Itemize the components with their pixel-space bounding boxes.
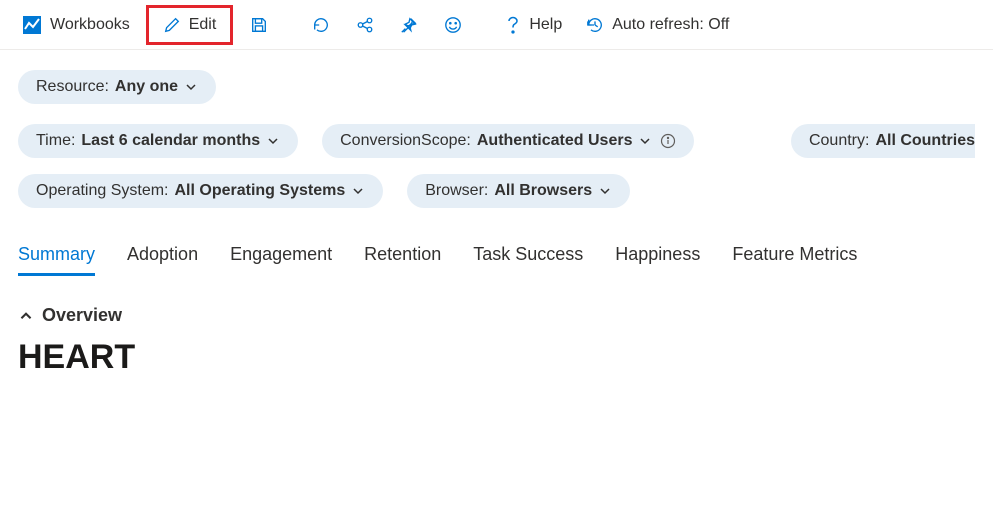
tab-feature-metrics[interactable]: Feature Metrics <box>732 244 857 276</box>
smile-icon <box>444 16 462 34</box>
tab-engagement[interactable]: Engagement <box>230 244 332 276</box>
os-filter-label: Operating System: <box>36 182 169 200</box>
auto-refresh-button[interactable]: Auto refresh: Off <box>578 12 737 38</box>
edit-highlight-box: Edit <box>146 5 234 45</box>
overview-section: Overview <box>0 277 993 326</box>
save-icon <box>250 16 268 34</box>
refresh-icon <box>312 16 330 34</box>
filters-row-3: Operating System: All Operating Systems … <box>0 158 993 208</box>
resource-filter-value: Any one <box>115 78 178 96</box>
overview-label: Overview <box>42 305 122 326</box>
tab-summary[interactable]: Summary <box>18 244 95 276</box>
edit-button[interactable]: Edit <box>157 16 223 34</box>
overview-toggle[interactable]: Overview <box>18 305 975 326</box>
chart-icon <box>22 15 42 35</box>
page-heading: HEART <box>0 326 993 377</box>
history-icon <box>586 16 604 34</box>
share-button[interactable] <box>347 7 383 43</box>
chevron-up-icon <box>18 308 34 324</box>
chevron-down-icon <box>351 184 365 198</box>
tab-adoption[interactable]: Adoption <box>127 244 198 276</box>
pencil-icon <box>163 16 181 34</box>
auto-refresh-label: Auto refresh: Off <box>612 16 729 34</box>
tab-task-success[interactable]: Task Success <box>473 244 583 276</box>
chevron-down-icon <box>638 134 652 148</box>
edit-label: Edit <box>189 16 217 34</box>
os-filter-value: All Operating Systems <box>175 182 346 200</box>
chevron-down-icon <box>184 80 198 94</box>
refresh-button[interactable] <box>303 7 339 43</box>
question-icon <box>505 15 521 35</box>
resource-filter-label: Resource: <box>36 78 109 96</box>
filters-row-2: Time: Last 6 calendar months ConversionS… <box>0 104 993 158</box>
browser-filter-value: All Browsers <box>494 182 592 200</box>
conversion-scope-filter-label: ConversionScope: <box>340 132 471 150</box>
pin-icon <box>400 16 418 34</box>
feedback-button[interactable] <box>435 7 471 43</box>
browser-filter-label: Browser: <box>425 182 488 200</box>
info-icon <box>660 133 676 149</box>
workbooks-button[interactable]: Workbooks <box>14 11 138 39</box>
country-filter[interactable]: Country: All Countries <box>791 124 975 158</box>
chevron-down-icon <box>266 134 280 148</box>
browser-filter[interactable]: Browser: All Browsers <box>407 174 630 208</box>
save-button[interactable] <box>241 7 277 43</box>
country-filter-value: All Countries <box>875 132 975 150</box>
conversion-scope-filter-value: Authenticated Users <box>477 132 633 150</box>
pin-button[interactable] <box>391 7 427 43</box>
tabs: Summary Adoption Engagement Retention Ta… <box>0 208 993 277</box>
chevron-down-icon <box>598 184 612 198</box>
resource-filter[interactable]: Resource: Any one <box>18 70 216 104</box>
time-filter-label: Time: <box>36 132 75 150</box>
time-filter[interactable]: Time: Last 6 calendar months <box>18 124 298 158</box>
workbooks-label: Workbooks <box>50 16 130 34</box>
share-icon <box>356 16 374 34</box>
tab-happiness[interactable]: Happiness <box>615 244 700 276</box>
country-filter-label: Country: <box>809 132 869 150</box>
filters-row-1: Resource: Any one <box>0 50 993 104</box>
help-button[interactable]: Help <box>497 11 570 39</box>
help-label: Help <box>529 16 562 34</box>
time-filter-value: Last 6 calendar months <box>81 132 260 150</box>
toolbar: Workbooks Edit <box>0 0 993 50</box>
os-filter[interactable]: Operating System: All Operating Systems <box>18 174 383 208</box>
conversion-scope-filter[interactable]: ConversionScope: Authenticated Users <box>322 124 694 158</box>
tab-retention[interactable]: Retention <box>364 244 441 276</box>
